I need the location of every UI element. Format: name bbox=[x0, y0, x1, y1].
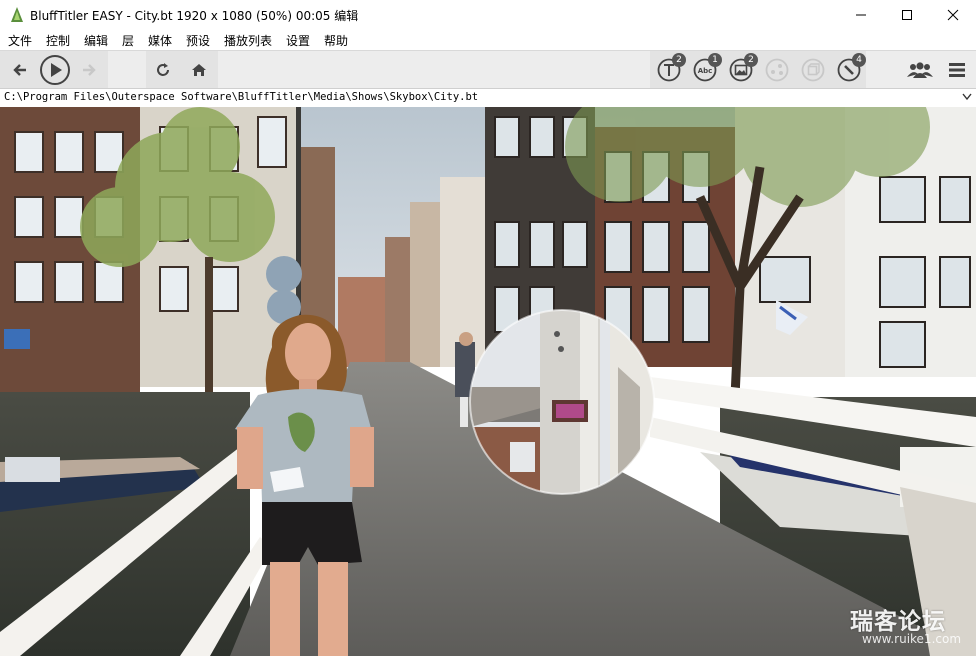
app-logo-icon bbox=[11, 7, 23, 22]
menu-bar: 文件 控制 编辑 层 媒体 预设 播放列表 设置 帮助 bbox=[0, 30, 976, 50]
file-path-combobox[interactable]: C:\Program Files\Outerspace Software\Blu… bbox=[0, 88, 976, 108]
play-button[interactable] bbox=[39, 54, 71, 86]
people-icon[interactable] bbox=[906, 60, 934, 80]
menu-media[interactable]: 媒体 bbox=[148, 32, 172, 49]
menu-edit[interactable]: 编辑 bbox=[84, 32, 108, 49]
watermark-logo: 瑞客论坛 bbox=[850, 609, 946, 635]
menu-icon[interactable] bbox=[948, 62, 966, 78]
arrow-right-icon[interactable] bbox=[81, 62, 97, 78]
close-icon bbox=[947, 9, 959, 21]
menu-playlist[interactable]: 播放列表 bbox=[224, 32, 272, 49]
menu-settings[interactable]: 设置 bbox=[286, 32, 310, 49]
play-icon bbox=[51, 63, 62, 77]
connect-layer-badge: 4 bbox=[852, 53, 866, 67]
minimize-button[interactable] bbox=[838, 0, 884, 30]
maximize-icon bbox=[902, 10, 912, 20]
close-button[interactable] bbox=[930, 0, 976, 30]
watermark-url: www.ruike1.com bbox=[862, 632, 962, 646]
text-layer-badge: 2 bbox=[672, 53, 686, 67]
menu-control[interactable]: 控制 bbox=[46, 32, 70, 49]
abc-layer-badge: 1 bbox=[708, 53, 722, 67]
maximize-button[interactable] bbox=[884, 0, 930, 30]
home-icon[interactable] bbox=[191, 62, 207, 78]
arrow-left-icon[interactable] bbox=[12, 62, 28, 78]
menu-layer[interactable]: 层 bbox=[122, 32, 134, 49]
minimize-icon bbox=[856, 14, 866, 16]
svg-text:Abc: Abc bbox=[698, 67, 713, 75]
street-scene-image bbox=[0, 107, 976, 656]
menu-help[interactable]: 帮助 bbox=[324, 32, 348, 49]
model-layer-icon[interactable] bbox=[801, 58, 825, 82]
refresh-icon[interactable] bbox=[155, 62, 171, 78]
title-bar: BluffTitler EASY - City.bt 1920 x 1080 (… bbox=[0, 0, 976, 30]
window-title: BluffTitler EASY - City.bt 1920 x 1080 (… bbox=[30, 9, 359, 23]
picture-layer-badge: 2 bbox=[744, 53, 758, 67]
menu-file[interactable]: 文件 bbox=[8, 32, 32, 49]
particles-layer-icon[interactable] bbox=[765, 58, 789, 82]
file-path-text: C:\Program Files\Outerspace Software\Blu… bbox=[4, 91, 479, 103]
toolbar: 2 Abc 1 2 4 bbox=[0, 50, 976, 89]
menu-presets[interactable]: 预设 bbox=[186, 32, 210, 49]
chevron-down-icon[interactable] bbox=[961, 92, 973, 102]
preview-canvas[interactable]: 瑞客论坛 www.ruike1.com bbox=[0, 107, 976, 656]
